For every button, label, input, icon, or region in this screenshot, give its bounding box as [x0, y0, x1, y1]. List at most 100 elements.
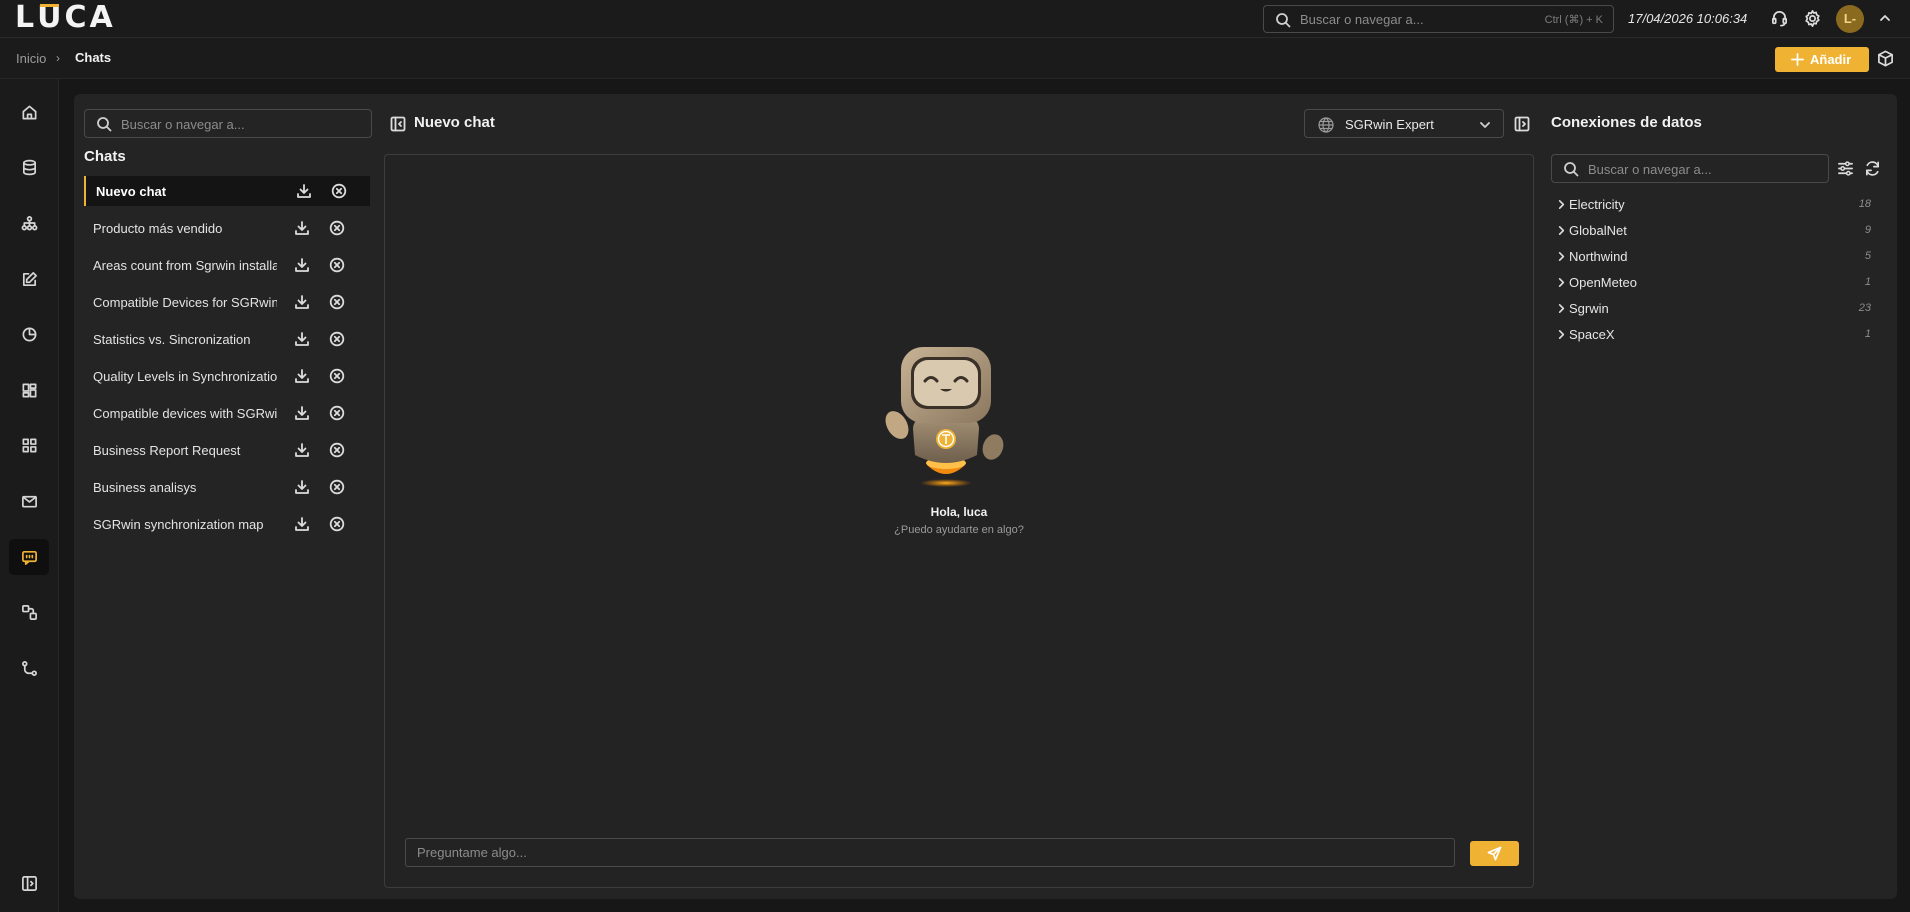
app-logo[interactable]: LUCA [15, 3, 116, 33]
data-connection-count: 23 [1858, 302, 1871, 314]
chevron-down-icon [1479, 119, 1491, 131]
chats-search-input[interactable]: Buscar o navegar a... [84, 109, 372, 138]
edit-icon [22, 272, 37, 287]
grid-icon [22, 438, 37, 453]
chat-item-label: Quality Levels in Synchronization [93, 369, 277, 384]
download-icon[interactable] [294, 405, 310, 421]
robot-mascot-image [885, 347, 1004, 487]
add-button[interactable]: Añadir [1775, 47, 1869, 72]
breadcrumb-home[interactable]: Inicio [16, 51, 46, 66]
data-connection-count: 9 [1864, 224, 1871, 236]
nav-editor[interactable] [9, 261, 49, 297]
chat-item-label: Statistics vs. Sincronization [93, 332, 251, 347]
search-icon [1563, 161, 1579, 177]
delete-circle-icon[interactable] [329, 331, 345, 347]
data-connection-item[interactable]: SpaceX 1 [1551, 322, 1871, 348]
delete-circle-icon[interactable] [329, 516, 345, 532]
download-icon[interactable] [294, 220, 310, 236]
global-search[interactable]: Buscar o navegar a... Ctrl (⌘) + K [1263, 5, 1614, 33]
data-connection-name: OpenMeteo [1569, 275, 1637, 290]
collapse-right-panel-icon[interactable] [1514, 116, 1530, 132]
delete-circle-icon[interactable] [329, 257, 345, 273]
delete-circle-icon[interactable] [329, 220, 345, 236]
gear-icon[interactable] [1803, 9, 1822, 28]
collapse-left-panel-icon[interactable] [390, 116, 406, 132]
model-select[interactable]: SGRwin Expert [1304, 109, 1504, 138]
chats-search-placeholder: Buscar o navegar a... [121, 117, 245, 132]
nav-mail[interactable] [9, 483, 49, 519]
download-icon[interactable] [294, 257, 310, 273]
delete-circle-icon[interactable] [331, 183, 347, 199]
nav-dashboards[interactable] [9, 372, 49, 408]
data-connections-search-placeholder: Buscar o navegar a... [1588, 162, 1712, 177]
top-bar: LUCA Buscar o navegar a... Ctrl (⌘) + K … [0, 0, 1910, 38]
nav-expand-sidebar[interactable] [9, 865, 49, 901]
send-icon [1487, 846, 1502, 861]
delete-circle-icon[interactable] [329, 479, 345, 495]
dashboard-icon [22, 383, 37, 398]
breadcrumb-bar: Inicio › Chats Añadir [0, 38, 1910, 79]
chat-item[interactable]: Statistics vs. Sincronization [84, 324, 370, 354]
download-icon[interactable] [294, 516, 310, 532]
user-avatar[interactable]: L- [1836, 5, 1864, 33]
data-connection-name: Northwind [1569, 249, 1628, 264]
download-icon[interactable] [294, 331, 310, 347]
nav-workflows[interactable] [9, 594, 49, 630]
data-connection-count: 18 [1858, 198, 1871, 210]
cube-icon[interactable] [1877, 50, 1894, 67]
data-connection-name: GlobalNet [1569, 223, 1627, 238]
main-panel: Buscar o navegar a... Chats Nuevo chat P… [74, 94, 1897, 899]
data-connections-search-input[interactable]: Buscar o navegar a... [1551, 154, 1829, 183]
chat-item[interactable]: Business analisys [84, 472, 370, 502]
nav-chats[interactable] [9, 539, 49, 575]
chat-item[interactable]: Business Report Request [84, 435, 370, 465]
delete-circle-icon[interactable] [329, 294, 345, 310]
delete-circle-icon[interactable] [329, 442, 345, 458]
data-connection-item[interactable]: OpenMeteo 1 [1551, 270, 1871, 296]
nav-home[interactable] [9, 94, 49, 130]
data-connection-count: 5 [1864, 250, 1871, 262]
chat-message-input[interactable] [405, 838, 1455, 867]
nav-hierarchy[interactable] [9, 205, 49, 241]
chat-item[interactable]: Compatible devices with SGRwin [84, 398, 370, 428]
support-icon[interactable] [1770, 9, 1789, 28]
nav-database[interactable] [9, 149, 49, 185]
chat-item-label: Compatible Devices for SGRwin [93, 295, 277, 310]
chat-item[interactable]: Compatible Devices for SGRwin [84, 287, 370, 317]
chevron-right-icon [1556, 277, 1567, 288]
chat-item[interactable]: Producto más vendido [84, 213, 370, 243]
refresh-icon[interactable] [1864, 160, 1881, 177]
download-icon[interactable] [294, 294, 310, 310]
filter-sliders-icon[interactable] [1837, 160, 1854, 177]
chat-item[interactable]: Quality Levels in Synchronization [84, 361, 370, 391]
download-icon[interactable] [294, 368, 310, 384]
nav-reports[interactable] [9, 316, 49, 352]
data-connections-title: Conexiones de datos [1551, 114, 1702, 131]
chat-item-label: Nuevo chat [96, 184, 167, 199]
chat-item-label: SGRwin synchronization map [93, 517, 264, 532]
chevron-up-icon[interactable] [1878, 11, 1892, 25]
delete-circle-icon[interactable] [329, 405, 345, 421]
database-icon [22, 159, 37, 176]
data-connection-item[interactable]: Electricity 18 [1551, 192, 1871, 218]
chat-item[interactable]: SGRwin synchronization map [84, 509, 370, 539]
mail-icon [22, 495, 37, 508]
nav-versioning[interactable] [9, 650, 49, 686]
download-icon[interactable] [294, 479, 310, 495]
chat-item-label: Compatible devices with SGRwin [93, 406, 277, 421]
chat-icon [22, 550, 37, 565]
chevron-right-icon [1556, 225, 1567, 236]
download-icon[interactable] [296, 183, 312, 199]
chat-item[interactable]: Nuevo chat [84, 176, 370, 206]
data-connection-item[interactable]: Sgrwin 23 [1551, 296, 1871, 322]
delete-circle-icon[interactable] [329, 368, 345, 384]
nav-apps[interactable] [9, 427, 49, 463]
data-connection-item[interactable]: Northwind 5 [1551, 244, 1871, 270]
chat-item-label: Business Report Request [93, 443, 241, 458]
download-icon[interactable] [294, 442, 310, 458]
chat-item[interactable]: Areas count from Sgrwin installation [84, 250, 370, 280]
model-select-value: SGRwin Expert [1345, 117, 1434, 132]
send-button[interactable] [1470, 841, 1519, 866]
workflow-icon [22, 605, 37, 620]
data-connection-item[interactable]: GlobalNet 9 [1551, 218, 1871, 244]
